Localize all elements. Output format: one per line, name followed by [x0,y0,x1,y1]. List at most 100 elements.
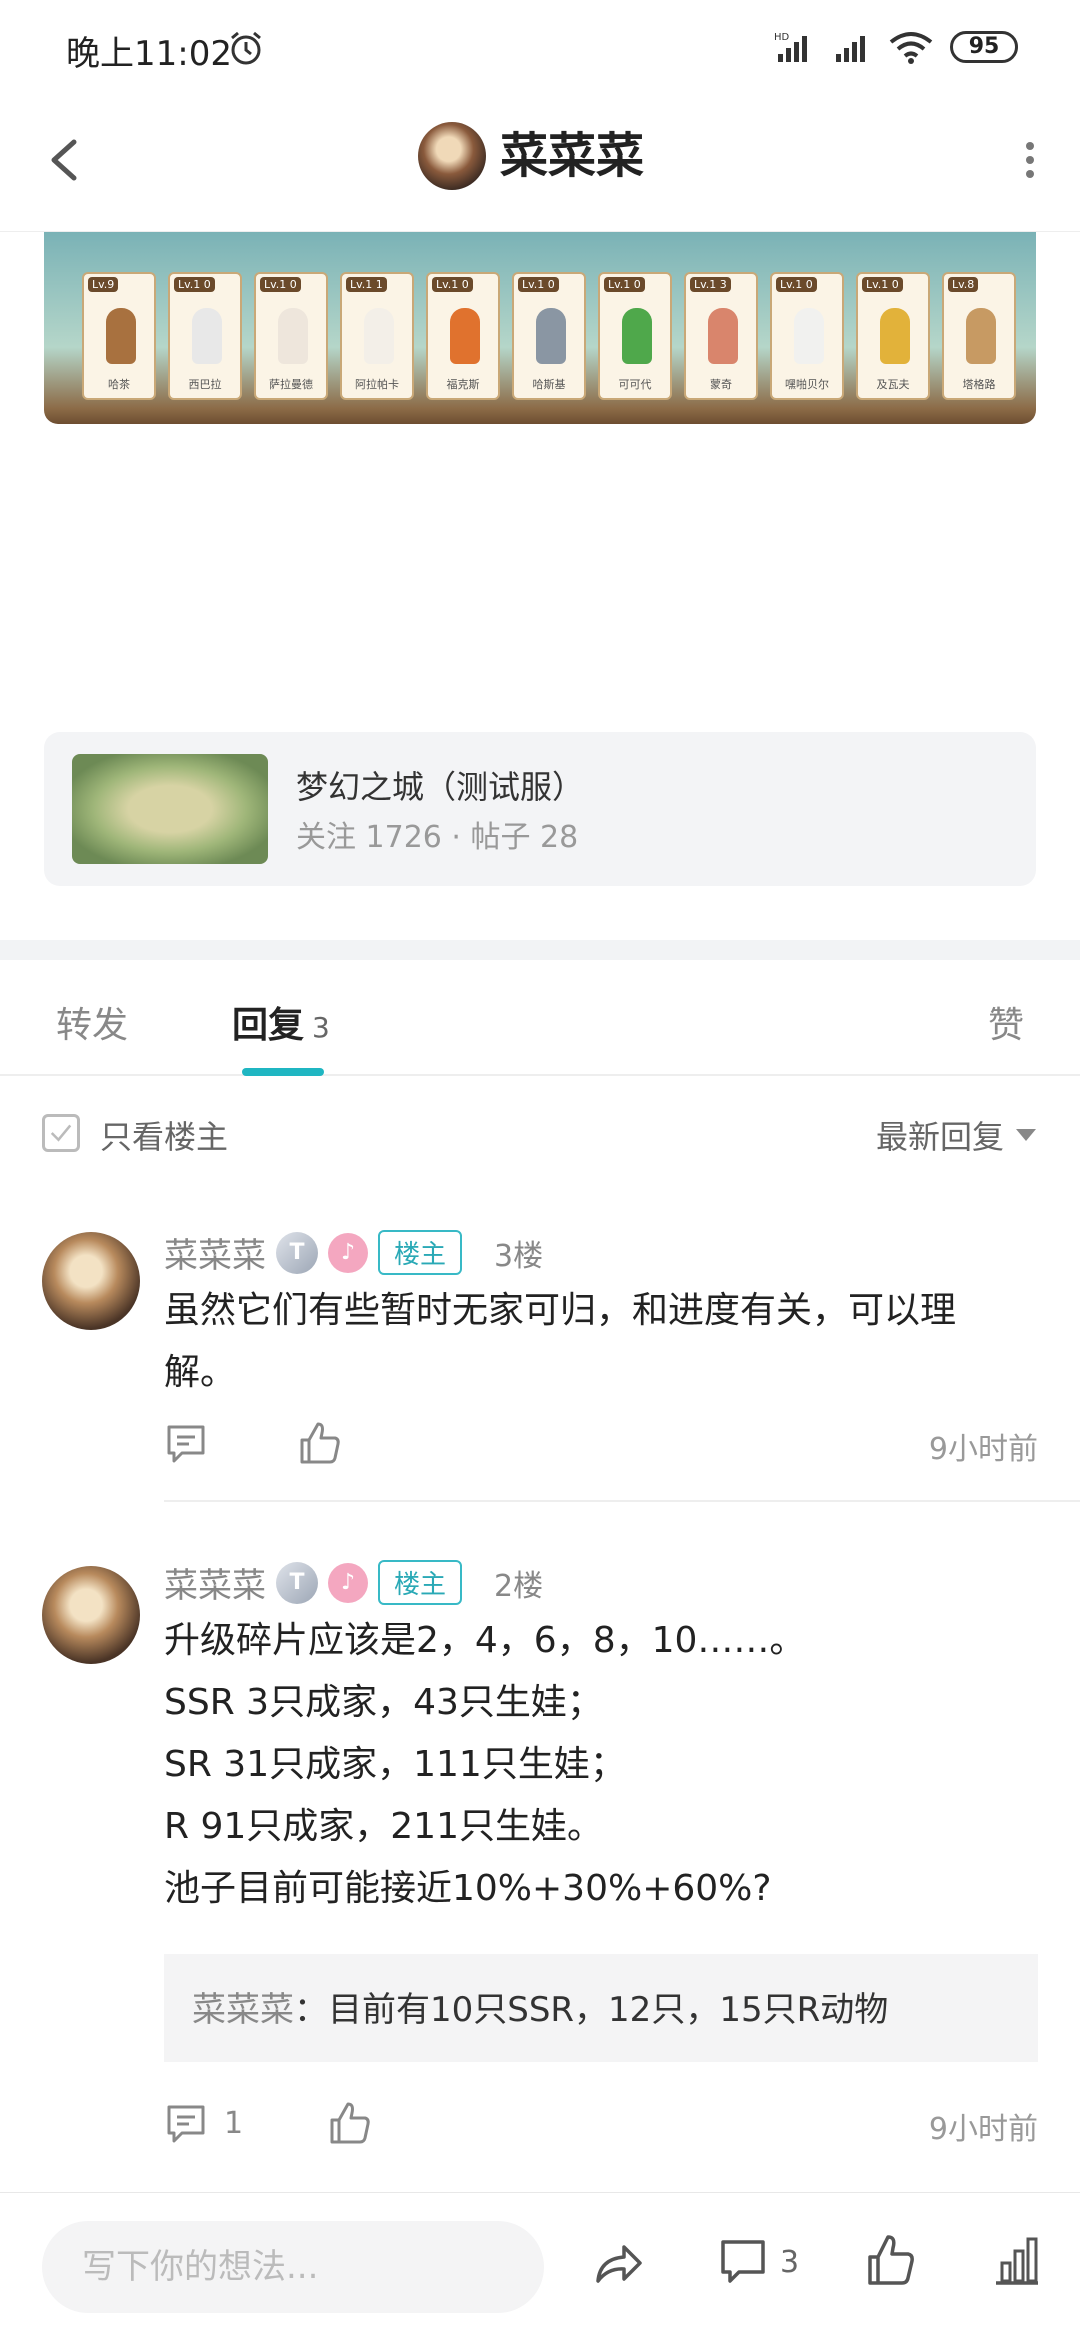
level-badge: T [276,1231,318,1274]
animal-figure-icon [708,308,738,364]
card-level: Lv.1 0 [518,277,559,292]
reply-actions: 1 9小时前 [164,2096,1038,2156]
tab-reply-label: 回复 [232,1005,305,1046]
reply-line: 池子目前可能接近10%+30%+60%? [164,1868,772,1909]
avatar[interactable] [42,1566,140,1664]
card-level: Lv.8 [948,277,979,292]
quoted-author[interactable]: 菜菜菜 [192,1990,294,2030]
signal-icon [836,36,865,62]
wifi-icon [889,32,933,64]
thumbs-up-icon[interactable] [328,2100,372,2146]
comment-icon[interactable] [164,2102,208,2146]
forum-thumbnail [72,754,268,864]
animal-figure-icon [450,308,480,364]
animal-figure-icon [106,308,136,364]
comment-icon[interactable] [718,2237,768,2287]
only-owner-checkbox[interactable] [42,1114,80,1152]
card-level: Lv.1 0 [432,277,473,292]
animal-figure-icon [966,308,996,364]
share-icon[interactable] [592,2237,646,2289]
comment-count: 1 [224,2106,244,2141]
section-divider [0,940,1080,960]
card-name: 阿拉帕卡 [355,378,399,391]
svg-text:HD: HD [774,32,790,43]
comment-icon[interactable] [164,1422,208,1466]
tab-reply[interactable]: 回复 3 [232,996,330,1048]
post-tabs: 转发 回复 3 赞 [0,960,1080,1076]
more-options-icon[interactable] [1020,138,1040,182]
tab-active-indicator [242,1068,324,1076]
reply-content: 虽然它们有些暂时无家可归，和进度有关，可以理 解。 [164,1280,1044,1404]
animal-figure-icon [536,308,566,364]
animal-figure-icon [278,308,308,364]
owner-tag: 楼主 [378,1230,463,1275]
animal-card: Lv.1 0 及瓦夫 [856,272,930,400]
animal-card: Lv.1 0 福克斯 [426,272,500,400]
quoted-reply[interactable]: 菜菜菜：目前有10只SSR，12只，15只R动物 [164,1954,1038,2062]
reply-actions: 9小时前 [164,1416,1038,1476]
avatar[interactable] [42,1232,140,1330]
forum-card[interactable]: 梦幻之城（测试服） 关注 1726 · 帖子 28 [44,732,1036,886]
medal-badge-icon: ♪ [328,1232,368,1273]
animal-figure-icon [880,308,910,364]
alarm-icon [231,31,261,65]
forum-name: 梦幻之城（测试服） [296,768,585,806]
back-arrow-icon[interactable] [40,130,88,190]
comment-input[interactable]: 写下你的想法... [42,2221,544,2313]
card-name: 塔格路 [962,378,996,391]
thumbs-up-icon[interactable] [298,1420,342,1466]
card-name: 蒙奇 [710,378,732,391]
card-level: Lv.1 0 [260,277,301,292]
sort-label: 最新回复 [875,1118,1004,1156]
battery-indicator: 95 [950,31,1018,63]
animal-card: Lv.1 0 萨拉曼德 [254,272,328,400]
quoted-content: ：目前有10只SSR，12只，15只R动物 [294,1990,889,2030]
card-level: Lv.1 0 [174,277,215,292]
header-avatar[interactable] [418,122,486,190]
reply-header: 菜菜菜 T ♪ 楼主 2楼 [164,1558,543,1607]
thumbs-up-icon[interactable] [866,2233,916,2287]
reply-content: 升级碎片应该是2，4，6，8，10……。 SSR 3只成家，43只生娃； SR … [164,1610,1044,1920]
reply-item: 菜菜菜 T ♪ 楼主 2楼 升级碎片应该是2，4，6，8，10……。 SSR 3… [0,1536,1080,2176]
comment-count: 3 [780,2245,800,2280]
status-icons: HD 95 [774,30,1018,64]
sort-dropdown[interactable]: 最新回复 [876,1112,1036,1158]
card-name: 哈斯基 [532,378,566,391]
reply-time: 9小时前 [928,1432,1038,1467]
reply-line: 升级碎片应该是2，4，6，8，10……。 [164,1620,806,1661]
tab-like[interactable]: 赞 [988,996,1024,1048]
reply-divider [164,1500,1080,1502]
filter-row: 只看楼主 最新回复 [0,1076,1080,1196]
card-name: 及瓦夫 [876,378,910,391]
animal-card: Lv.8 塔格路 [942,272,1016,400]
reply-author[interactable]: 菜菜菜 [164,1228,266,1277]
reply-line: 解。 [164,1352,237,1393]
post-image[interactable]: Lv.9 哈茶 Lv.1 0 西巴拉 Lv.1 0 萨拉曼德 Lv.1 1 阿拉帕卡 Lv.1 … [44,232,1036,424]
card-name: 西巴拉 [188,378,222,391]
card-name: 萨拉曼德 [269,378,313,391]
floor-number: 2楼 [494,1568,544,1604]
reply-author[interactable]: 菜菜菜 [164,1558,266,1607]
owner-tag: 楼主 [378,1560,463,1605]
reply-item: 菜菜菜 T ♪ 楼主 3楼 虽然它们有些暂时无家可归，和进度有关，可以理 解。 … [0,1196,1080,1516]
reply-time: 9小时前 [928,2112,1038,2147]
animal-card: Lv.1 3 蒙奇 [684,272,758,400]
floor-number: 3楼 [494,1238,544,1274]
animal-card: Lv.1 0 哈斯基 [512,272,586,400]
animal-figure-icon [622,308,652,364]
only-owner-label[interactable]: 只看楼主 [100,1112,228,1158]
animal-figure-icon [364,308,394,364]
page-title[interactable]: 菜菜菜 [500,122,644,190]
tab-repost[interactable]: 转发 [56,996,128,1048]
animal-card: Lv.1 0 西巴拉 [168,272,242,400]
caret-down-icon [1016,1129,1036,1141]
card-name: 可可代 [618,378,652,391]
reply-header: 菜菜菜 T ♪ 楼主 3楼 [164,1228,543,1277]
bottom-action-bar: 写下你的想法... 3 [0,2192,1080,2340]
reply-line: 虽然它们有些暂时无家可归，和进度有关，可以理 [164,1290,957,1331]
medal-badge-icon: ♪ [328,1562,368,1603]
reply-line: R 91只成家，211只生娃。 [164,1806,603,1847]
card-level: Lv.1 1 [346,277,387,292]
stats-icon[interactable] [992,2235,1042,2287]
card-level: Lv.1 0 [604,277,645,292]
